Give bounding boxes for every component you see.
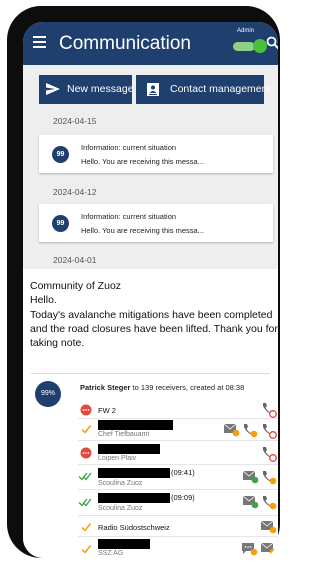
message-date: 2024-04-01 xyxy=(53,255,97,265)
row-divider xyxy=(78,489,278,490)
recipient-group: Scoulina Zuoz xyxy=(98,480,143,487)
message-preview: Hello. You are receiving this messa... xyxy=(81,157,204,166)
message-preview: Hello. You are receiving this messa... xyxy=(81,226,204,235)
redacted-name xyxy=(98,420,173,430)
recipient-group: Loipen Plaiv xyxy=(98,455,137,462)
contact-management-button[interactable]: Contact management xyxy=(136,75,270,104)
row-divider xyxy=(78,440,278,441)
phone-sent-icon[interactable] xyxy=(261,495,277,510)
search-icon[interactable] xyxy=(266,36,278,50)
mail-sent-icon[interactable] xyxy=(261,520,277,534)
row-divider xyxy=(78,536,278,537)
admin-label: Admin xyxy=(237,28,255,34)
message-line: Community of Zuoz xyxy=(30,280,122,292)
expanded-message: Community of Zuoz Hello. Today's avalanc… xyxy=(23,269,278,558)
delivery-details: to 139 receivers, created at 08:38 xyxy=(130,383,245,392)
contact-management-label: Contact management xyxy=(170,83,271,95)
row-divider xyxy=(78,464,278,465)
message-title: Information: current situation xyxy=(81,143,177,152)
contact-card-icon xyxy=(147,83,159,96)
phone-frame: Communication Admin New message Contact … xyxy=(7,6,280,558)
read-time: (09:41) xyxy=(171,468,195,477)
redacted-name xyxy=(98,493,170,503)
message-card[interactable]: 99 Information: current situation Hello.… xyxy=(39,204,273,242)
sent-check-icon xyxy=(81,425,92,434)
phone-sent-icon[interactable] xyxy=(261,470,277,485)
delivery-summary: Patrick Steger to 139 receivers, created… xyxy=(80,383,244,392)
phone-sent-icon[interactable] xyxy=(242,423,258,438)
message-count-badge: 99 xyxy=(52,146,69,163)
app-bar: Communication Admin xyxy=(23,22,278,65)
sender-name: Patrick Steger xyxy=(80,383,131,392)
recipient-group: Scoulina Zuoz xyxy=(98,505,143,512)
new-message-label: New message xyxy=(67,83,134,95)
mail-sent-icon[interactable] xyxy=(261,542,277,556)
recipient-group: SSZ AG xyxy=(98,550,124,557)
new-message-button[interactable]: New message xyxy=(39,75,134,104)
read-double-check-icon xyxy=(78,498,92,507)
failed-status-icon xyxy=(80,404,92,416)
sms-sent-icon[interactable] xyxy=(242,542,258,556)
phone-failed-icon[interactable] xyxy=(261,423,277,439)
recipient-group: Chef Tiefbauamt xyxy=(98,431,150,438)
sent-check-icon xyxy=(81,523,92,532)
message-date: 2024-04-15 xyxy=(53,116,97,126)
message-line: Hello. xyxy=(30,294,57,307)
redacted-name xyxy=(98,444,160,454)
delivery-percent-badge: 99% xyxy=(35,381,61,407)
row-divider xyxy=(78,418,278,419)
phone-failed-icon[interactable] xyxy=(261,446,277,462)
message-count-badge: 99 xyxy=(52,215,69,232)
read-double-check-icon xyxy=(78,472,92,481)
admin-toggle[interactable] xyxy=(233,42,255,51)
divider xyxy=(31,373,270,374)
message-line: Today's avalanche mitigations have been … xyxy=(30,308,273,321)
message-card[interactable]: 99 Information: current situation Hello.… xyxy=(39,135,273,173)
page-title: Communication xyxy=(59,33,191,54)
mail-sent-icon[interactable] xyxy=(224,423,240,437)
recipient-name: FW 2 xyxy=(98,406,116,415)
admin-toggle-knob[interactable] xyxy=(253,39,267,53)
message-line: and the road closures have been lifted. … xyxy=(30,322,278,335)
message-date: 2024-04-12 xyxy=(53,187,97,197)
message-body: Community of Zuoz Hello. Today's avalanc… xyxy=(30,279,278,350)
recipient-name: Radio Südostschweiz xyxy=(98,523,170,532)
app-screen: Communication Admin New message Contact … xyxy=(23,22,278,558)
row-divider xyxy=(78,515,278,516)
message-title: Information: current situation xyxy=(81,212,177,221)
message-line: taking note. xyxy=(30,337,85,350)
menu-icon[interactable] xyxy=(33,36,46,48)
mail-read-icon[interactable] xyxy=(243,470,259,484)
failed-status-icon xyxy=(80,447,92,459)
redacted-name xyxy=(98,468,170,478)
send-icon xyxy=(46,83,60,95)
read-time: (09:09) xyxy=(171,493,195,502)
phone-failed-icon[interactable] xyxy=(261,402,277,418)
sent-check-icon xyxy=(81,545,92,554)
mail-read-icon[interactable] xyxy=(243,495,259,509)
redacted-name xyxy=(98,539,150,549)
